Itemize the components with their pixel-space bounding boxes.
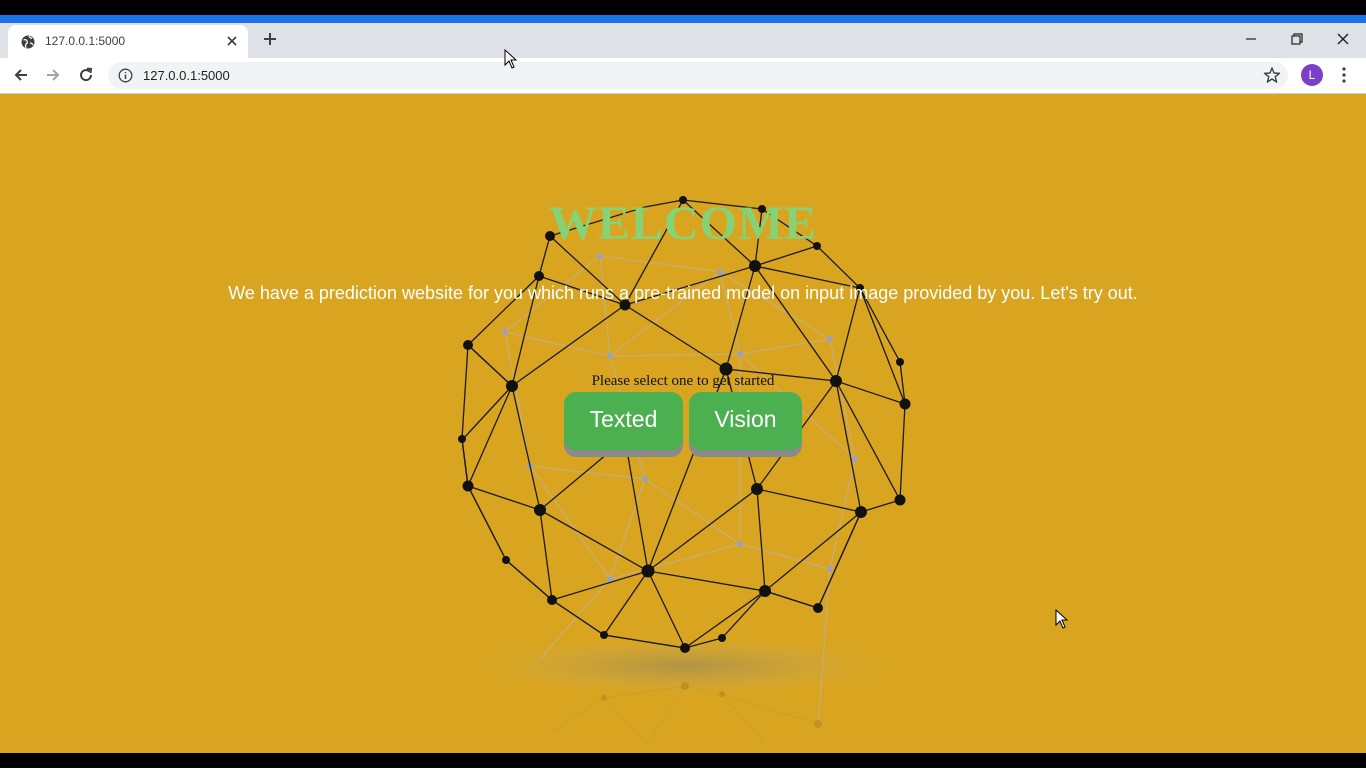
mouse-cursor-icon bbox=[504, 49, 518, 69]
globe-icon bbox=[21, 35, 35, 49]
tab-strip: 127.0.0.1:5000 bbox=[0, 23, 1366, 58]
window-bottom-border bbox=[0, 753, 1366, 768]
browser-tab[interactable]: 127.0.0.1:5000 bbox=[8, 25, 248, 58]
url-text: 127.0.0.1:5000 bbox=[143, 68, 230, 83]
window-title-bar bbox=[0, 15, 1366, 23]
info-icon[interactable] bbox=[118, 68, 133, 83]
close-tab-icon[interactable] bbox=[225, 34, 239, 48]
selection-prompt: Please select one to get started bbox=[591, 373, 775, 389]
browser-toolbar: 127.0.0.1:5000 L bbox=[0, 58, 1366, 94]
forward-icon[interactable] bbox=[44, 66, 62, 84]
bookmark-star-icon[interactable] bbox=[1263, 66, 1281, 84]
vision-button[interactable]: Vision bbox=[689, 392, 802, 450]
wireframe-sphere-graphic bbox=[458, 196, 911, 745]
new-tab-icon[interactable] bbox=[262, 31, 278, 47]
minimize-icon[interactable] bbox=[1241, 29, 1261, 49]
window-top-border bbox=[0, 0, 1366, 15]
back-icon[interactable] bbox=[12, 66, 30, 84]
restore-icon[interactable] bbox=[1287, 29, 1307, 49]
tab-title: 127.0.0.1:5000 bbox=[45, 34, 126, 48]
profile-avatar[interactable]: L bbox=[1301, 64, 1323, 86]
more-menu-icon[interactable] bbox=[1337, 66, 1351, 84]
close-window-icon[interactable] bbox=[1333, 29, 1353, 49]
page-subtitle: We have a prediction website for you whi… bbox=[228, 283, 1138, 303]
texted-button[interactable]: Texted bbox=[564, 392, 683, 450]
mouse-cursor-icon bbox=[1055, 609, 1069, 629]
address-bar[interactable]: 127.0.0.1:5000 bbox=[108, 62, 1288, 89]
page-content: WELCOME We have a prediction website for… bbox=[0, 94, 1366, 753]
page-title: WELCOME bbox=[548, 197, 818, 250]
reload-icon[interactable] bbox=[77, 66, 95, 84]
